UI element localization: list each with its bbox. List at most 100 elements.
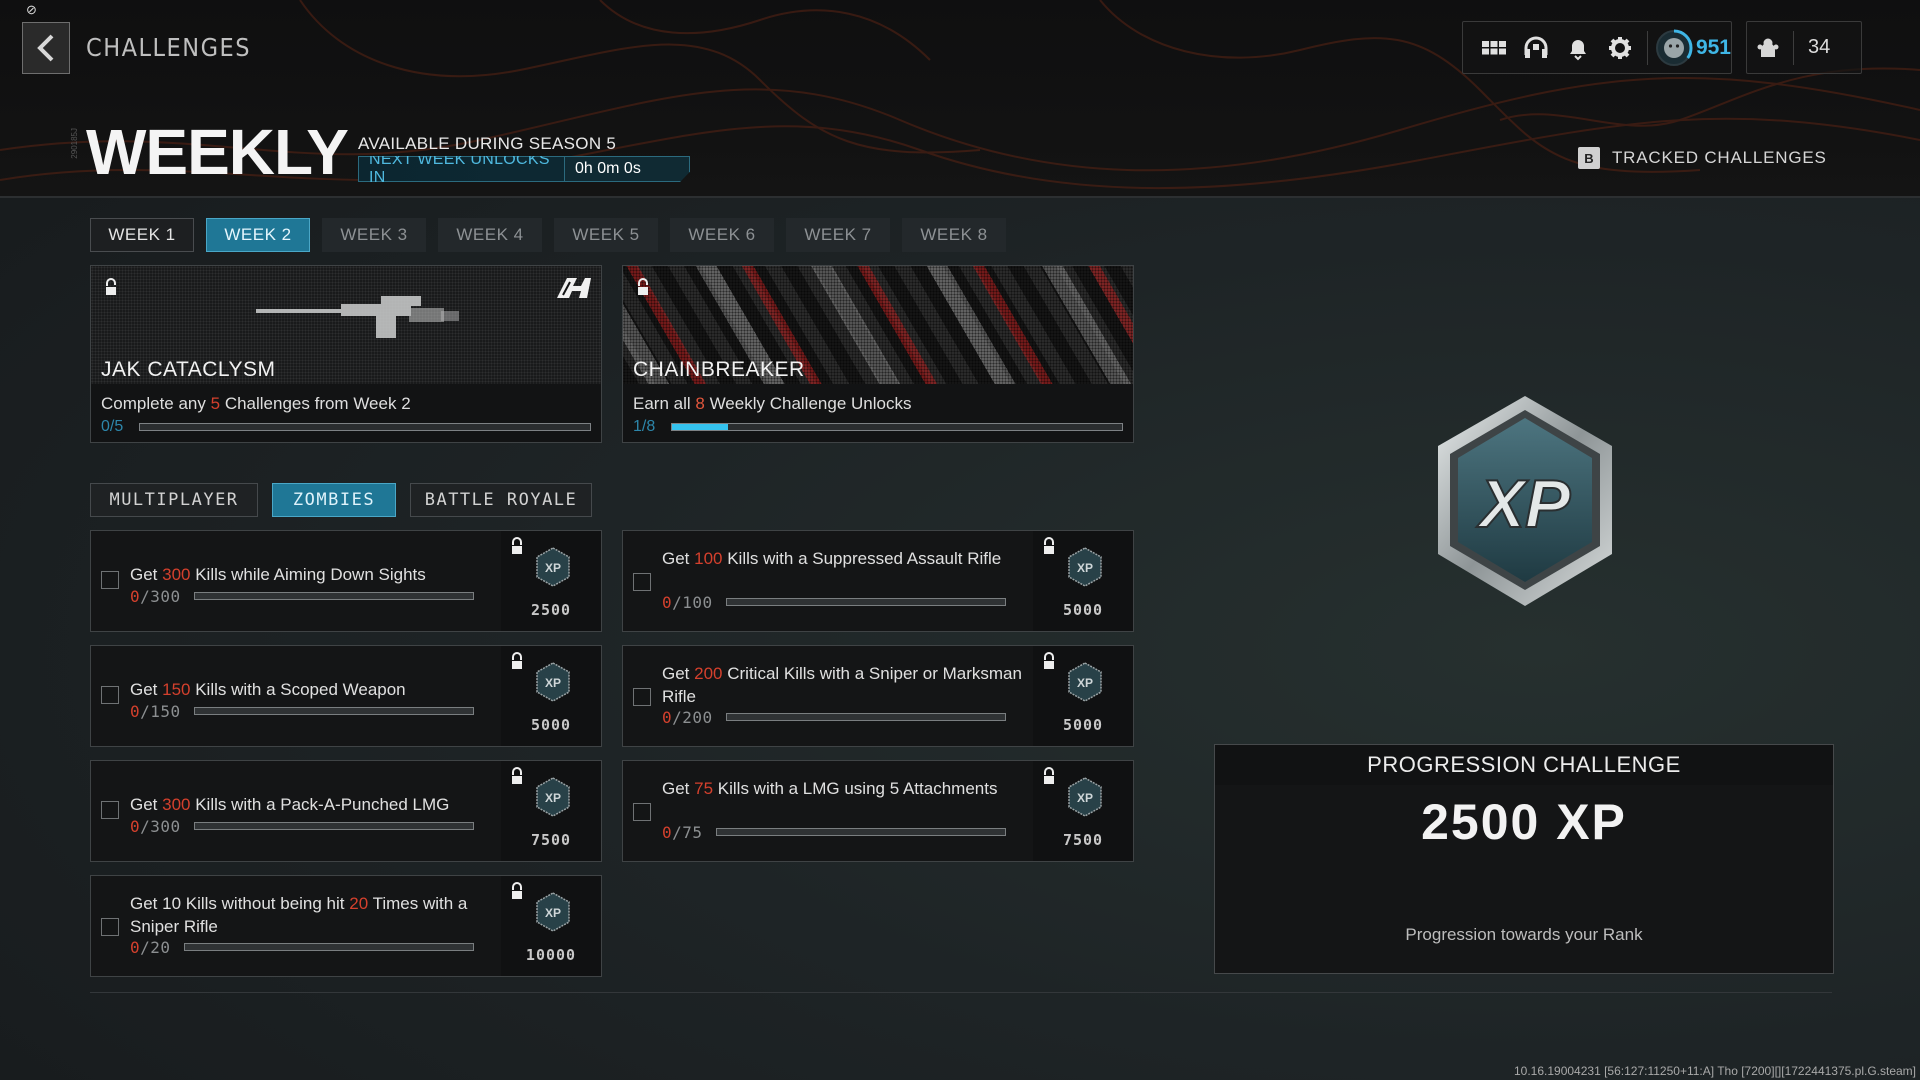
challenge-reward: XP 5000 <box>1033 531 1133 631</box>
svg-text:XP: XP <box>1077 791 1093 805</box>
tab-week-3[interactable]: WEEK 3 <box>322 218 426 252</box>
party-icon <box>1757 38 1779 57</box>
tab-week-2[interactable]: WEEK 2 <box>206 218 310 252</box>
chevron-left-icon <box>37 34 54 62</box>
challenge-title: Get 75 Kills with a LMG using 5 Attachme… <box>662 779 998 798</box>
track-checkbox[interactable] <box>633 688 651 706</box>
mode-tabs: MULTIPLAYER ZOMBIES BATTLE ROYALE <box>90 483 592 517</box>
menu-grid-button[interactable] <box>1473 26 1515 70</box>
track-checkbox[interactable] <box>633 803 651 821</box>
lock-icon <box>1044 652 1054 669</box>
season-label: AVAILABLE DURING SEASON 5 <box>358 134 617 153</box>
lock-icon <box>512 537 522 554</box>
back-button[interactable] <box>22 22 70 74</box>
rank-emblem[interactable] <box>1654 28 1694 68</box>
challenge-card[interactable]: Get 10 Kills without being hit 20 Times … <box>90 875 602 977</box>
track-checkbox[interactable] <box>101 571 119 589</box>
challenge-xp-value: 2500 <box>530 601 572 619</box>
track-checkbox[interactable] <box>101 686 119 704</box>
social-button[interactable] <box>1515 26 1557 70</box>
menu-grid-icon <box>1482 40 1506 54</box>
reward-card-chainbreaker[interactable]: CHAINBREAKER Earn all 8 Weekly Challenge… <box>622 265 1134 443</box>
hud-divider <box>1647 30 1648 65</box>
unlock-label: NEXT WEEK UNLOCKS IN <box>369 151 550 186</box>
challenge-progress-bar <box>194 707 474 715</box>
tab-mode-battle-royale[interactable]: BATTLE ROYALE <box>410 483 592 517</box>
xp-token-icon: XP <box>536 777 570 817</box>
challenge-card[interactable]: Get 300 Kills with a Pack-A-Punched LMG 0… <box>90 760 602 862</box>
xp-token-icon: XP <box>536 662 570 702</box>
challenge-card[interactable]: Get 100 Kills with a Suppressed Assault … <box>622 530 1134 632</box>
lock-icon <box>1044 537 1054 554</box>
challenge-xp-value: 7500 <box>530 831 572 849</box>
progression-xp-value: 2500 XP <box>1421 794 1627 850</box>
tab-week-1[interactable]: WEEK 1 <box>90 218 194 252</box>
tab-week-6[interactable]: WEEK 6 <box>670 218 774 252</box>
xp-token-icon: XP <box>536 892 570 932</box>
challenge-card[interactable]: Get 300 Kills while Aiming Down Sights 0/… <box>90 530 602 632</box>
xp-token-icon: XP <box>536 547 570 587</box>
next-week-timer: NEXT WEEK UNLOCKS IN 0h 0m 0s <box>358 156 690 182</box>
svg-text:XP: XP <box>1077 676 1093 690</box>
challenge-xp-value: 7500 <box>1062 831 1104 849</box>
rank-level: 951 <box>1695 35 1731 59</box>
progress-fill <box>672 424 729 430</box>
track-checkbox[interactable] <box>633 573 651 591</box>
tab-mode-multiplayer[interactable]: MULTIPLAYER <box>90 483 258 517</box>
page-title: WEEKLY <box>86 116 349 188</box>
divider <box>90 992 1832 993</box>
challenge-xp-value: 10000 <box>525 946 577 964</box>
reward-name: JAK CATACLYSM <box>101 358 276 381</box>
build-version: 10.16.19004231 [56:127:11250+11:A] Tho [… <box>1514 1064 1916 1078</box>
party-widget[interactable]: 34 <box>1746 21 1862 74</box>
reward-card-jak-cataclysm[interactable]: JAK CATACLYSM Complete any 5 Challenges … <box>90 265 602 443</box>
reward-description: Complete any 5 Challenges from Week 2 <box>101 394 411 413</box>
lock-icon <box>1044 767 1054 784</box>
tab-mode-zombies[interactable]: ZOMBIES <box>272 483 396 517</box>
progression-heading: PROGRESSION CHALLENGE <box>1215 745 1833 785</box>
challenge-card[interactable]: Get 75 Kills with a LMG using 5 Attachme… <box>622 760 1134 862</box>
challenge-title: Get 200 Critical Kills with a Sniper or … <box>662 664 1022 706</box>
breadcrumb: CHALLENGES <box>86 33 252 62</box>
challenge-reward: XP 5000 <box>501 646 601 746</box>
unlock-icon <box>638 278 648 295</box>
tracked-challenges-button[interactable]: B TRACKED CHALLENGES <box>1578 147 1827 169</box>
svg-text:XP: XP <box>1077 561 1093 575</box>
challenge-reward: XP 2500 <box>501 531 601 631</box>
bear-emblem-icon <box>1663 37 1684 58</box>
bell-icon <box>1570 39 1586 60</box>
gear-icon <box>1609 36 1631 59</box>
tracked-challenges-label: TRACKED CHALLENGES <box>1612 148 1827 167</box>
hud-divider <box>1793 30 1794 65</box>
challenge-reward: XP 5000 <box>1033 646 1133 746</box>
challenge-reward: XP 7500 <box>1033 761 1133 861</box>
challenge-progress-text: 0/100 <box>662 593 713 612</box>
progression-challenge-panel: PROGRESSION CHALLENGE 2500 XP Progressio… <box>1214 744 1834 974</box>
challenge-card[interactable]: Get 200 Critical Kills with a Sniper or … <box>622 645 1134 747</box>
tab-week-5[interactable]: WEEK 5 <box>554 218 658 252</box>
reward-progress-bar <box>139 423 591 431</box>
challenge-title: Get 300 Kills with a Pack-A-Punched LMG <box>130 795 450 814</box>
notifications-button[interactable] <box>1557 26 1599 70</box>
challenge-progress-text: 0/20 <box>130 938 171 957</box>
week-tabs: WEEK 1 WEEK 2 WEEK 3 WEEK 4 WEEK 5 WEEK 6 WEEK… <box>90 218 1006 252</box>
xp-token-icon: XP <box>1068 662 1102 702</box>
lock-icon <box>512 882 522 899</box>
challenge-card[interactable]: Get 150 Kills with a Scoped Weapon 0/150 X… <box>90 645 602 747</box>
tab-week-7[interactable]: WEEK 7 <box>786 218 890 252</box>
settings-button[interactable] <box>1599 26 1641 70</box>
header-bar: ⊘ CHALLENGES 290185J WEEKLY AVAILABLE DU… <box>0 0 1920 198</box>
party-count: 34 <box>1808 36 1831 58</box>
challenge-progress-bar <box>194 592 474 600</box>
challenge-reward: XP 10000 <box>501 876 601 976</box>
challenge-progress-bar <box>184 943 474 951</box>
svg-text:XP: XP <box>545 791 561 805</box>
challenge-xp-value: 5000 <box>1062 601 1104 619</box>
reward-name: CHAINBREAKER <box>633 358 805 381</box>
hud-toolbar: 951 <box>1462 21 1732 74</box>
tab-week-4[interactable]: WEEK 4 <box>438 218 542 252</box>
track-checkbox[interactable] <box>101 801 119 819</box>
track-checkbox[interactable] <box>101 918 119 936</box>
tab-week-8[interactable]: WEEK 8 <box>902 218 1006 252</box>
svg-text:XP: XP <box>1476 466 1571 542</box>
